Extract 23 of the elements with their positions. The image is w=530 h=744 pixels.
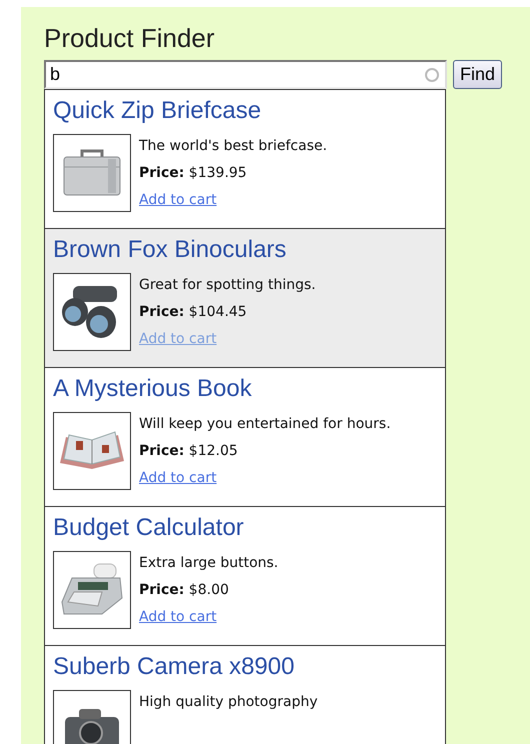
product-description: Will keep you entertained for hours. (139, 415, 391, 434)
add-to-cart-link[interactable]: Add to cart (139, 470, 217, 486)
product-price: Price: $139.95 (139, 164, 248, 183)
product-price: Price: $8.00 (139, 581, 230, 600)
search-field[interactable]: b (44, 60, 447, 89)
product-name[interactable]: Quick Zip Briefcase (53, 96, 437, 126)
add-to-cart-link[interactable]: Add to cart (139, 192, 217, 208)
page-title: Product Finder (44, 24, 216, 52)
product-name[interactable]: Suberb Camera x8900 (53, 652, 437, 682)
find-button[interactable]: Find (453, 60, 502, 89)
product-name[interactable]: Budget Calculator (53, 513, 437, 543)
product-price: Price: $104.45 (139, 303, 248, 322)
loading-circle-icon (425, 68, 439, 82)
product-name[interactable]: Brown Fox Binoculars (53, 235, 437, 265)
product-card[interactable]: Brown Fox Binoculars Great for spotting things. Price: $104.45 Add to cart (45, 228, 445, 367)
product-card[interactable]: Suberb Camera x8900 High quality photography (45, 645, 445, 744)
product-description: Great for spotting things. (139, 276, 316, 295)
product-description: High quality photography (139, 693, 318, 712)
add-to-cart-link[interactable]: Add to cart (139, 609, 217, 625)
product-price: Price: $12.05 (139, 442, 239, 461)
product-description: Extra large buttons. (139, 554, 278, 573)
product-name[interactable]: A Mysterious Book (53, 374, 437, 404)
product-description: The world's best briefcase. (139, 137, 328, 156)
